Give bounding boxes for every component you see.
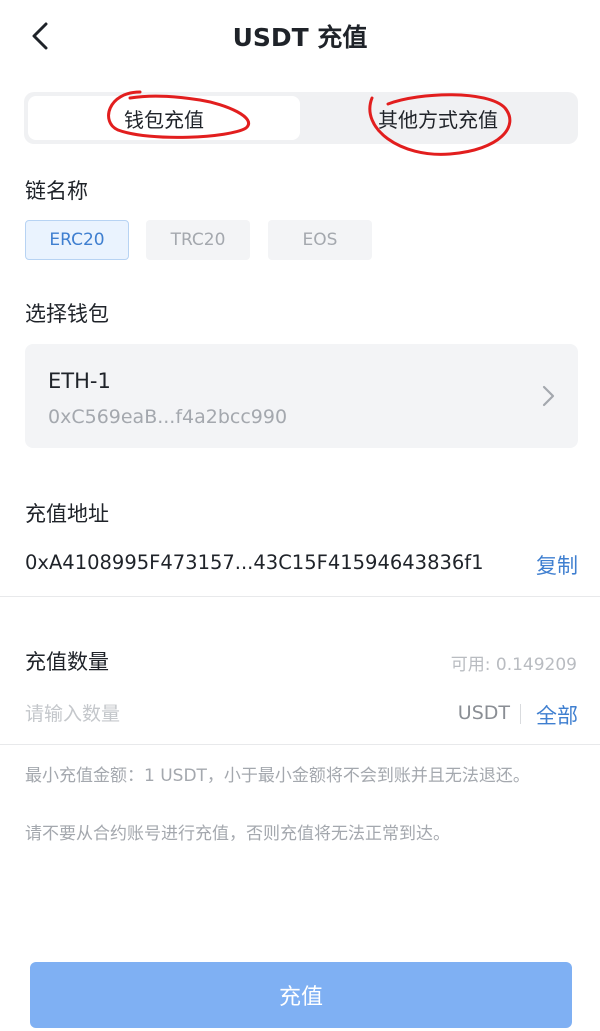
all-amount-button[interactable]: 全部 bbox=[536, 700, 578, 730]
chain-option-erc20[interactable]: ERC20 bbox=[25, 220, 129, 260]
amount-unit: USDT bbox=[457, 702, 510, 724]
header: USDT 充值 bbox=[0, 0, 600, 70]
deposit-address-label: 充值地址 bbox=[25, 502, 109, 526]
amount-input[interactable] bbox=[25, 698, 425, 730]
available-balance: 可用: 0.149209 bbox=[450, 655, 577, 675]
divider bbox=[0, 596, 600, 597]
min-deposit-note: 最小充值金额：1 USDT，小于最小金额将不会到账并且无法退还。 bbox=[25, 766, 530, 786]
divider bbox=[0, 744, 600, 745]
amount-label: 充值数量 bbox=[25, 650, 109, 674]
chain-option-trc20[interactable]: TRC20 bbox=[146, 220, 250, 260]
contract-warning-note: 请不要从合约账号进行充值，否则充值将无法正常到达。 bbox=[25, 824, 450, 844]
tab-other-deposit[interactable]: 其他方式充值 bbox=[302, 96, 574, 140]
chain-label: 链名称 bbox=[25, 179, 88, 203]
wallet-address: 0xC569eaB...f4a2bcc990 bbox=[48, 406, 288, 428]
wallet-label: 选择钱包 bbox=[25, 302, 109, 326]
chevron-right-icon bbox=[542, 385, 555, 407]
chain-option-eos[interactable]: EOS bbox=[268, 220, 372, 260]
deposit-method-tabs: 钱包充值 其他方式充值 bbox=[24, 92, 578, 144]
wallet-name: ETH-1 bbox=[48, 369, 111, 393]
copy-button[interactable]: 复制 bbox=[536, 550, 578, 580]
unit-separator bbox=[520, 704, 521, 724]
deposit-address-row: 0xA4108995F473157...43C15F41594643836f1 … bbox=[25, 551, 578, 581]
deposit-address-value: 0xA4108995F473157...43C15F41594643836f1 bbox=[25, 551, 484, 574]
tab-wallet-deposit[interactable]: 钱包充值 bbox=[28, 96, 300, 140]
deposit-submit-button[interactable]: 充值 bbox=[30, 962, 572, 1028]
wallet-selector[interactable]: ETH-1 0xC569eaB...f4a2bcc990 bbox=[25, 344, 578, 448]
page-title: USDT 充值 bbox=[232, 23, 368, 52]
